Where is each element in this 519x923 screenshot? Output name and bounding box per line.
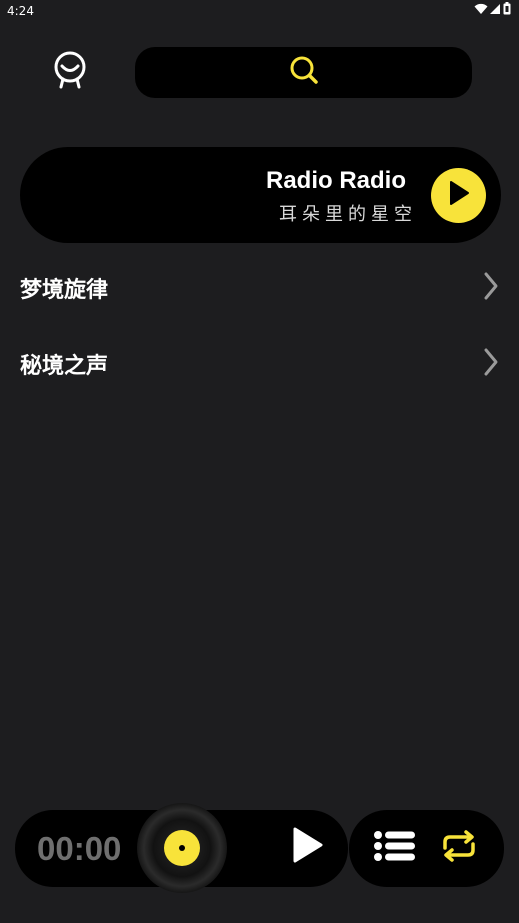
repeat-icon [437, 829, 481, 867]
radio-subtitle: 耳朵里的星空 [279, 204, 417, 225]
signal-icon [490, 2, 501, 20]
chevron-right-icon [482, 347, 500, 382]
repeat-button[interactable] [435, 829, 483, 867]
search-bar[interactable] [135, 47, 472, 98]
vinyl-label [164, 830, 200, 866]
wifi-icon [474, 2, 488, 20]
play-icon [448, 180, 470, 211]
status-time: 4:24 [7, 4, 34, 18]
profile-button[interactable] [48, 50, 92, 94]
vinyl-hole [179, 845, 185, 851]
category-row-dream-melody[interactable]: 梦境旋律 [20, 268, 500, 308]
featured-radio-card[interactable]: Radio Radio 耳朵里的星空 [20, 147, 501, 243]
status-bar: 4:24 [0, 0, 519, 22]
playlist-button[interactable] [373, 830, 417, 866]
search-icon [288, 54, 320, 91]
category-row-secret-sound[interactable]: 秘境之声 [20, 344, 500, 384]
play-icon [290, 826, 324, 869]
battery-icon [503, 2, 511, 20]
smiley-profile-icon [52, 50, 88, 95]
chevron-right-icon [482, 271, 500, 306]
player-time: 00:00 [37, 830, 122, 867]
radio-title: Radio Radio [265, 167, 406, 194]
vinyl-disc-icon[interactable] [137, 803, 227, 893]
category-label: 秘境之声 [20, 354, 109, 379]
radio-play-button[interactable] [431, 168, 486, 223]
player-controls [349, 810, 504, 887]
playlist-icon [374, 830, 416, 866]
status-icons [474, 2, 511, 20]
player-play-button[interactable] [287, 827, 327, 867]
category-label: 梦境旋律 [20, 278, 109, 303]
